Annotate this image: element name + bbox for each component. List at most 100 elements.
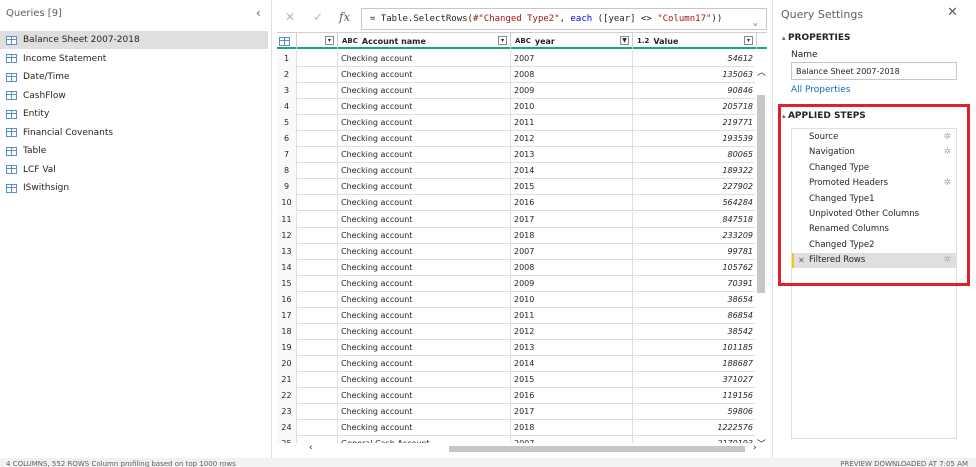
row-number[interactable]: 21 (277, 372, 297, 388)
row-number[interactable]: 13 (277, 243, 297, 260)
table-cell[interactable]: Checking account (338, 67, 511, 84)
table-cell[interactable] (297, 355, 338, 372)
table-row[interactable]: 14 Checking account 2008 105762 (277, 259, 757, 276)
column-header-value[interactable]: 1.2 Value ▾ (633, 33, 757, 49)
vertical-scroll-thumb[interactable] (757, 95, 765, 293)
table-cell[interactable]: 2018 (511, 420, 633, 437)
table-cell[interactable] (297, 388, 338, 405)
table-cell[interactable]: Checking account (338, 131, 511, 148)
query-item[interactable]: Table (0, 142, 268, 160)
table-cell[interactable]: 219771 (633, 115, 757, 132)
table-row[interactable]: 5 Checking account 2011 219771 (277, 115, 757, 132)
table-cell[interactable]: 2016 (511, 388, 633, 405)
column-header-year[interactable]: ABC year ▼ (511, 33, 633, 49)
table-cell[interactable]: 2017 (511, 404, 633, 421)
table-cell[interactable]: 2009 (511, 275, 633, 292)
close-icon[interactable]: ✕ (947, 5, 958, 20)
column-header-blank[interactable]: ▾ (297, 33, 338, 49)
row-number[interactable]: 4 (277, 99, 297, 116)
table-cell[interactable]: Checking account (338, 339, 511, 356)
table-cell[interactable]: Checking account (338, 179, 511, 196)
table-cell[interactable]: 205718 (633, 99, 757, 116)
cancel-icon[interactable]: ✕ (285, 10, 295, 24)
table-row[interactable]: 6 Checking account 2012 193539 (277, 131, 757, 148)
table-cell[interactable]: 90846 (633, 83, 757, 100)
table-cell[interactable]: Checking account (338, 388, 511, 405)
table-cell[interactable] (297, 83, 338, 100)
table-row[interactable]: 19 Checking account 2013 101185 (277, 339, 757, 356)
table-cell[interactable]: 2010 (511, 291, 633, 308)
row-number[interactable]: 17 (277, 307, 297, 324)
table-cell[interactable]: Checking account (338, 227, 511, 244)
table-cell[interactable]: 2011 (511, 307, 633, 324)
table-row[interactable]: 8 Checking account 2014 189322 (277, 163, 757, 180)
table-cell[interactable]: 54612 (633, 51, 757, 67)
table-cell[interactable]: 2010 (511, 99, 633, 116)
table-row[interactable]: 24 Checking account 2018 1222576 (277, 420, 757, 437)
filter-dropdown-icon[interactable]: ▾ (325, 36, 334, 45)
table-cell[interactable]: Checking account (338, 291, 511, 308)
row-number[interactable]: 16 (277, 291, 297, 308)
table-cell[interactable]: 189322 (633, 163, 757, 180)
table-row[interactable]: 22 Checking account 2016 119156 (277, 388, 757, 405)
chevron-down-icon[interactable]: ⌄ (753, 13, 758, 29)
table-row[interactable]: 17 Checking account 2011 86854 (277, 307, 757, 324)
table-row[interactable]: 9 Checking account 2015 227902 (277, 179, 757, 196)
table-cell[interactable]: Checking account (338, 51, 511, 67)
table-cell[interactable]: Checking account (338, 99, 511, 116)
row-number[interactable]: 19 (277, 339, 297, 356)
table-cell[interactable] (297, 372, 338, 388)
table-cell[interactable] (297, 51, 338, 67)
row-number[interactable]: 11 (277, 211, 297, 228)
scroll-right-icon[interactable]: › (753, 443, 757, 453)
table-cell[interactable] (297, 227, 338, 244)
query-item[interactable]: Financial Covenants (0, 124, 268, 142)
table-row[interactable]: 16 Checking account 2010 38654 (277, 291, 757, 308)
table-row[interactable]: 15 Checking account 2009 70391 (277, 275, 757, 292)
formula-input[interactable]: = Table.SelectRows(#"Changed Type2", eac… (361, 8, 767, 30)
table-row[interactable]: 11 Checking account 2017 847518 (277, 211, 757, 228)
table-cell[interactable] (297, 195, 338, 212)
table-row[interactable]: 7 Checking account 2013 80065 (277, 147, 757, 164)
table-cell[interactable]: 847518 (633, 211, 757, 228)
table-cell[interactable] (297, 339, 338, 356)
query-name-input[interactable] (791, 62, 957, 80)
table-cell[interactable]: 38542 (633, 323, 757, 340)
table-cell[interactable]: 119156 (633, 388, 757, 405)
table-cell[interactable] (297, 307, 338, 324)
query-item[interactable]: LCF Val (0, 161, 268, 179)
table-cell[interactable] (297, 211, 338, 228)
table-cell[interactable]: Checking account (338, 372, 511, 388)
table-row[interactable]: 4 Checking account 2010 205718 (277, 99, 757, 116)
chevron-left-icon[interactable]: ‹ (256, 6, 261, 20)
table-cell[interactable]: 2015 (511, 179, 633, 196)
text-type-icon[interactable]: ABC (342, 37, 358, 45)
table-cell[interactable] (297, 99, 338, 116)
table-cell[interactable]: 2014 (511, 163, 633, 180)
row-number[interactable]: 10 (277, 195, 297, 212)
table-cell[interactable]: 2012 (511, 323, 633, 340)
scroll-up-icon[interactable]: ︿ (757, 65, 766, 78)
table-cell[interactable]: 59806 (633, 404, 757, 421)
table-row[interactable]: 13 Checking account 2007 99781 (277, 243, 757, 260)
table-cell[interactable] (297, 179, 338, 196)
table-cell[interactable] (297, 243, 338, 260)
table-cell[interactable]: 2016 (511, 195, 633, 212)
table-cell[interactable] (297, 420, 338, 437)
table-cell[interactable]: 233209 (633, 227, 757, 244)
table-cell[interactable]: Checking account (338, 404, 511, 421)
table-cell[interactable]: 188687 (633, 355, 757, 372)
table-cell[interactable]: Checking account (338, 420, 511, 437)
table-cell[interactable]: Checking account (338, 323, 511, 340)
row-number[interactable]: 5 (277, 115, 297, 132)
row-number[interactable]: 18 (277, 323, 297, 340)
table-cell[interactable]: 105762 (633, 259, 757, 276)
table-cell[interactable]: 2017 (511, 211, 633, 228)
row-number[interactable]: 14 (277, 259, 297, 276)
table-cell[interactable]: 2018 (511, 227, 633, 244)
row-number[interactable]: 2 (277, 67, 297, 84)
row-number[interactable]: 24 (277, 420, 297, 437)
table-cell[interactable] (297, 147, 338, 164)
table-cell[interactable]: 2007 (511, 243, 633, 260)
table-cell[interactable]: Checking account (338, 163, 511, 180)
